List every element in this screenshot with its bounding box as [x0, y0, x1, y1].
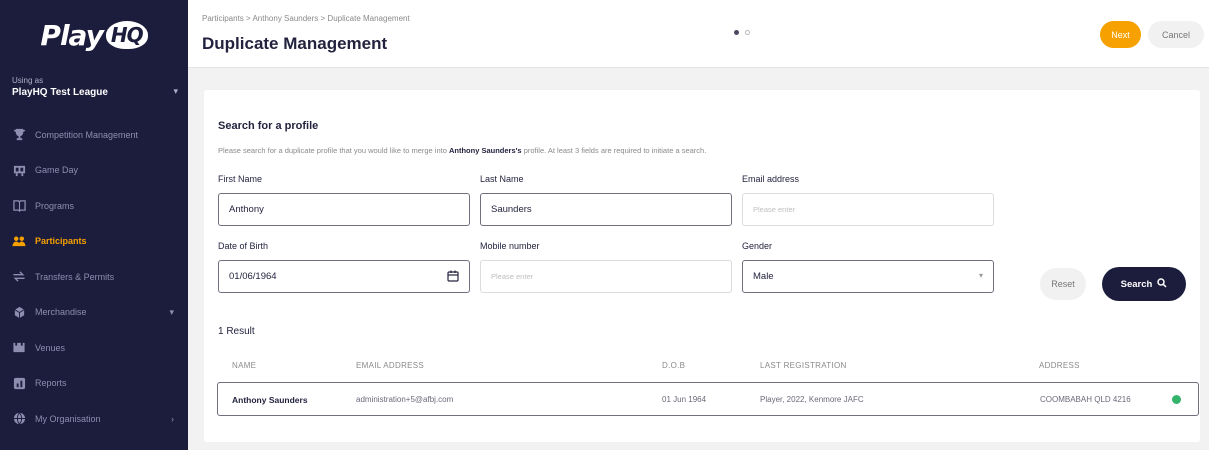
sidebar-nav: Competition Management Game Day Programs…: [0, 117, 188, 437]
org-name: PlayHQ Test League: [12, 87, 108, 98]
cancel-button[interactable]: Cancel: [1148, 21, 1204, 48]
sidebar-item-label: Merchandise: [35, 307, 87, 318]
scoreboard-icon: [12, 163, 26, 177]
globe-icon: [12, 412, 26, 426]
next-button[interactable]: Next: [1100, 21, 1141, 48]
org-caption: Using as: [12, 76, 44, 85]
organisation-switcher[interactable]: Using as PlayHQ Test League ▾: [12, 76, 180, 98]
mobile-label: Mobile number: [480, 241, 540, 251]
column-header-last-registration: LAST REGISTRATION: [760, 361, 847, 370]
status-indicator: [1172, 395, 1181, 404]
page-header: Participants > Anthony Saunders > Duplic…: [188, 0, 1209, 68]
merchandise-icon: [12, 305, 26, 319]
result-dob: 01 Jun 1964: [662, 395, 707, 404]
dob-field[interactable]: 01/06/1964: [218, 260, 470, 293]
step-indicator: [734, 30, 750, 35]
gender-value: Male: [753, 271, 774, 282]
chevron-right-icon: ›: [171, 413, 174, 424]
chevron-down-icon: ▾: [978, 271, 983, 280]
mobile-field[interactable]: Please enter: [480, 260, 732, 293]
sidebar-item-merchandise[interactable]: Merchandise ▾: [0, 295, 188, 331]
sidebar-item-label: Game Day: [35, 165, 79, 176]
result-email: administration+5@afbj.com: [356, 395, 454, 404]
results-count: 1 Result: [218, 326, 255, 337]
sidebar-item-label: Reports: [35, 378, 67, 389]
result-name: Anthony Saunders: [232, 395, 308, 405]
result-address: COOMBABAH QLD 4216: [1040, 395, 1131, 404]
search-icon: [1157, 277, 1167, 291]
sidebar-item-my-organisation[interactable]: My Organisation ›: [0, 401, 188, 437]
target-profile-name: Anthony Saunders's: [448, 146, 522, 155]
sidebar-item-competition-management[interactable]: Competition Management: [0, 117, 188, 153]
sidebar-item-game-day[interactable]: Game Day: [0, 153, 188, 189]
sidebar-item-label: Competition Management: [35, 129, 139, 140]
column-header-name: NAME: [232, 361, 257, 370]
last-name-label: Last Name: [480, 174, 524, 184]
column-header-dob: D.O.B: [662, 361, 686, 370]
sidebar-item-label: My Organisation: [35, 413, 101, 424]
email-label: Email address: [742, 174, 800, 184]
search-description: Please search for a duplicate profile th…: [218, 146, 707, 155]
search-card: Search for a profile Please search for a…: [204, 90, 1200, 442]
sidebar: Play HQ Using as PlayHQ Test League ▾ Com…: [0, 0, 188, 450]
column-header-address: ADDRESS: [1039, 361, 1080, 370]
gender-select[interactable]: Male ▾: [742, 260, 994, 293]
book-icon: [12, 199, 26, 213]
reports-icon: [12, 376, 26, 390]
page-title: Duplicate Management: [202, 34, 388, 53]
logo-text: Play: [40, 18, 103, 52]
search-button-label: Search: [1120, 278, 1153, 290]
table-row[interactable]: Anthony Saunders administration+5@afbj.c…: [217, 382, 1199, 416]
venue-icon: [12, 341, 26, 355]
playhq-logo[interactable]: Play HQ: [0, 0, 188, 70]
transfer-icon: [12, 270, 26, 284]
column-header-email: EMAIL ADDRESS: [356, 361, 425, 370]
step-dot-active: [734, 30, 739, 35]
dob-value: 01/06/1964: [229, 271, 277, 282]
logo-badge: HQ: [105, 21, 148, 49]
first-name-field[interactable]: Anthony: [218, 193, 470, 226]
participants-icon: [12, 234, 26, 248]
sidebar-item-label: Programs: [35, 200, 75, 211]
sidebar-item-label: Venues: [35, 342, 66, 353]
sidebar-item-venues[interactable]: Venues: [0, 330, 188, 366]
trophy-icon: [12, 128, 26, 142]
gender-label: Gender: [742, 241, 773, 251]
sidebar-item-participants[interactable]: Participants: [0, 224, 188, 260]
chevron-down-icon: ▾: [173, 86, 178, 96]
search-heading: Search for a profile: [218, 120, 319, 132]
sidebar-item-transfers-permits[interactable]: Transfers & Permits: [0, 259, 188, 295]
sidebar-item-reports[interactable]: Reports: [0, 366, 188, 402]
step-dot-inactive: [745, 30, 750, 35]
sidebar-item-label: Participants: [35, 236, 87, 247]
calendar-icon[interactable]: [447, 270, 459, 285]
email-field[interactable]: Please enter: [742, 193, 994, 226]
dob-label: Date of Birth: [218, 241, 269, 251]
breadcrumb[interactable]: Participants > Anthony Saunders > Duplic…: [202, 14, 410, 23]
result-last-registration: Player, 2022, Kenmore JAFC: [760, 395, 864, 404]
chevron-down-icon: ▾: [169, 306, 174, 317]
sidebar-item-programs[interactable]: Programs: [0, 188, 188, 224]
reset-button[interactable]: Reset: [1040, 268, 1086, 300]
last-name-field[interactable]: Saunders: [480, 193, 732, 226]
first-name-label: First Name: [218, 174, 263, 184]
search-button[interactable]: Search: [1102, 267, 1186, 301]
sidebar-item-label: Transfers & Permits: [35, 271, 115, 282]
